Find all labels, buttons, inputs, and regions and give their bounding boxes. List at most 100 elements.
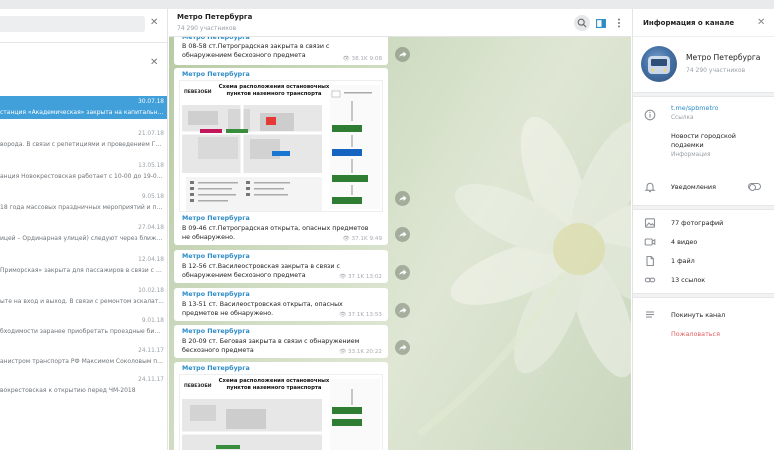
message-time: 13:53 — [365, 312, 382, 318]
message-views: 37.1K — [347, 312, 365, 318]
section-divider — [633, 92, 774, 97]
divider — [0, 42, 167, 43]
message-views: 37.1K — [351, 236, 368, 242]
photo-post[interactable]: Метро Петербурга ПЕВЕЗОБИ Схема располож… — [174, 362, 388, 450]
list-item-date: 21.07.18 — [138, 131, 164, 137]
message-author[interactable]: Метро Петербурга — [182, 215, 250, 222]
message-author[interactable]: Метро Петербурга — [182, 71, 250, 78]
chat-members-count: 74 290 участников — [177, 25, 237, 32]
transport-schema-image[interactable]: ПЕВЕЗОБИ Схема расположения остановочных… — [179, 80, 383, 212]
close-icon[interactable]: ✕ — [150, 18, 158, 28]
share-icon[interactable] — [395, 227, 410, 242]
list-item-text: анция Новокрестовская работает с 10-00 д… — [0, 173, 164, 180]
schema-map-graphic — [182, 85, 380, 211]
clear-search-icon[interactable]: ✕ — [150, 58, 158, 68]
info-icon — [644, 109, 656, 121]
link-icon — [644, 277, 656, 283]
eye-icon: 👁 — [339, 349, 347, 355]
message-time: 9:49 — [369, 236, 382, 242]
sidebar-toggle-icon[interactable] — [593, 15, 609, 31]
search-icon[interactable] — [574, 15, 590, 31]
message[interactable]: Метро Петербурга В 09-46 ст.Петроградска… — [174, 212, 388, 245]
list-item-date: 9.01.18 — [141, 318, 164, 324]
message[interactable]: Метро Петербурга В 13-51 ст. Василеостро… — [174, 288, 388, 321]
list-item[interactable]: 27.04.18 ицей – Ординарная улицей) следу… — [0, 222, 167, 245]
list-item-date: 12.04.18 — [138, 257, 164, 263]
list-item[interactable]: 9.05.18 18 года массовых праздничных мер… — [0, 191, 167, 214]
list-item-date: 30.07.18 — [138, 99, 164, 105]
message-author[interactable]: Метро Петербурга — [182, 365, 250, 372]
metro-train-graphic — [648, 56, 670, 74]
chat-title[interactable]: Метро Петербурга — [177, 13, 252, 21]
message-time: 13:02 — [365, 274, 382, 280]
message-author[interactable]: Метро Петербурга — [182, 291, 250, 298]
notifications-toggle[interactable] — [748, 183, 761, 191]
share-icon[interactable] — [395, 47, 410, 62]
search-input[interactable] — [0, 16, 145, 32]
list-item-text: ыте на вход и выход. В связи с ремонтом … — [0, 298, 164, 305]
more-menu-icon[interactable] — [611, 15, 627, 31]
list-item[interactable]: 24.11.17 анистром транспорта РФ Максимом… — [0, 345, 167, 368]
message-meta: 👁 37.1K 9:49 — [343, 236, 382, 242]
chat-panel: Метро Петербурга 74 290 участников Метро… — [169, 9, 631, 450]
video-icon — [644, 238, 656, 246]
share-icon[interactable] — [395, 191, 410, 206]
list-item-text: анистром транспорта РФ Максимом Соколовы… — [0, 358, 163, 365]
media-photos[interactable]: 77 фотографий — [671, 219, 723, 227]
list-item-date: 9.05.18 — [141, 194, 164, 200]
channel-name: Метро Петербурга — [686, 53, 761, 62]
eye-icon: 👁 — [339, 274, 347, 280]
message-author[interactable]: Метро Петербурга — [182, 253, 250, 260]
list-item-text: ицей – Ординарная улицей) следуют через … — [0, 235, 164, 242]
list-item[interactable]: 24.11.17 вокрестовская к открытию перед … — [0, 374, 167, 397]
transport-schema-image[interactable]: ПЕВЕЗОБИ Схема расположения остановочных… — [179, 374, 383, 450]
report-button[interactable]: Пожаловаться — [671, 330, 720, 338]
message-views: 33.1K — [347, 349, 365, 355]
message-meta: 👁 37.1K 13:02 — [339, 274, 382, 280]
list-item[interactable]: 21.07.18 ворода. В связи с репетициями и… — [0, 128, 167, 151]
list-item-text: вокрестовская к открытию перед ЧМ-2018 — [0, 387, 136, 394]
list-item-date: 24.11.17 — [138, 377, 164, 383]
list-item-date: 24.11.17 — [138, 348, 164, 354]
list-item[interactable]: 30.07.18 станция «Академическая» закрыта… — [0, 96, 167, 119]
media-files[interactable]: 1 файл — [671, 257, 695, 265]
list-item[interactable]: 10.02.18 ыте на вход и выход. В связи с … — [0, 285, 167, 308]
share-icon[interactable] — [395, 265, 410, 280]
message[interactable]: Метро Петербурга В 20-09 ст. Беговая зак… — [174, 325, 388, 358]
share-icon[interactable] — [395, 340, 410, 355]
list-item-date: 27.04.18 — [138, 225, 164, 231]
close-icon[interactable]: ✕ — [757, 17, 765, 28]
media-links[interactable]: 13 ссылок — [671, 276, 705, 284]
leave-channel-button[interactable]: Покинуть канал — [671, 311, 725, 319]
file-icon — [646, 255, 654, 267]
message-views: 38.1K — [351, 56, 368, 62]
media-videos[interactable]: 4 видео — [671, 238, 697, 246]
list-item[interactable]: 9.01.18 бходимости заранее приобретать п… — [0, 315, 167, 338]
telegram-window: ✕ ✕ 30.07.18 станция «Академическая» зак… — [0, 0, 774, 450]
list-item-date: 10.02.18 — [138, 288, 164, 294]
eye-icon: 👁 — [342, 56, 350, 62]
avatar[interactable] — [641, 46, 677, 82]
section-divider — [633, 293, 774, 298]
photo-post[interactable]: Метро Петербурга ПЕВЕЗОБИ Схема располож… — [174, 68, 388, 216]
eye-icon: 👁 — [342, 236, 350, 242]
message[interactable]: Метро Петербурга В 12-56 ст.Василеостров… — [174, 250, 388, 283]
chat-list-panel: ✕ ✕ 30.07.18 станция «Академическая» зак… — [0, 9, 168, 450]
message-author[interactable]: Метро Петербурга — [182, 328, 250, 335]
list-item[interactable]: 13.05.18 анция Новокрестовская работает … — [0, 160, 167, 183]
message-meta: 👁 33.1K 20:22 — [339, 349, 382, 355]
daisy-wallpaper — [416, 116, 631, 437]
channel-link[interactable]: t.me/spbmetro — [671, 104, 718, 112]
list-item[interactable]: 12.04.18 Приморская» закрыта для пассажи… — [0, 254, 167, 277]
list-item-text: 18 года массовых праздничных мероприятий… — [0, 204, 164, 211]
bell-icon — [644, 182, 656, 193]
list-item-text: бходимости заранее приобретать проездные… — [0, 328, 164, 335]
message[interactable]: Метро Петербурга В 08-58 ст.Петроградска… — [174, 33, 388, 65]
chat-header: Метро Петербурга 74 290 участников — [169, 9, 631, 37]
section-divider — [633, 205, 774, 210]
leave-icon — [646, 311, 654, 318]
share-icon[interactable] — [395, 303, 410, 318]
message-time: 9:08 — [369, 56, 382, 62]
window-titlebar — [0, 0, 774, 9]
channel-link-label: Ссылка — [671, 115, 694, 121]
